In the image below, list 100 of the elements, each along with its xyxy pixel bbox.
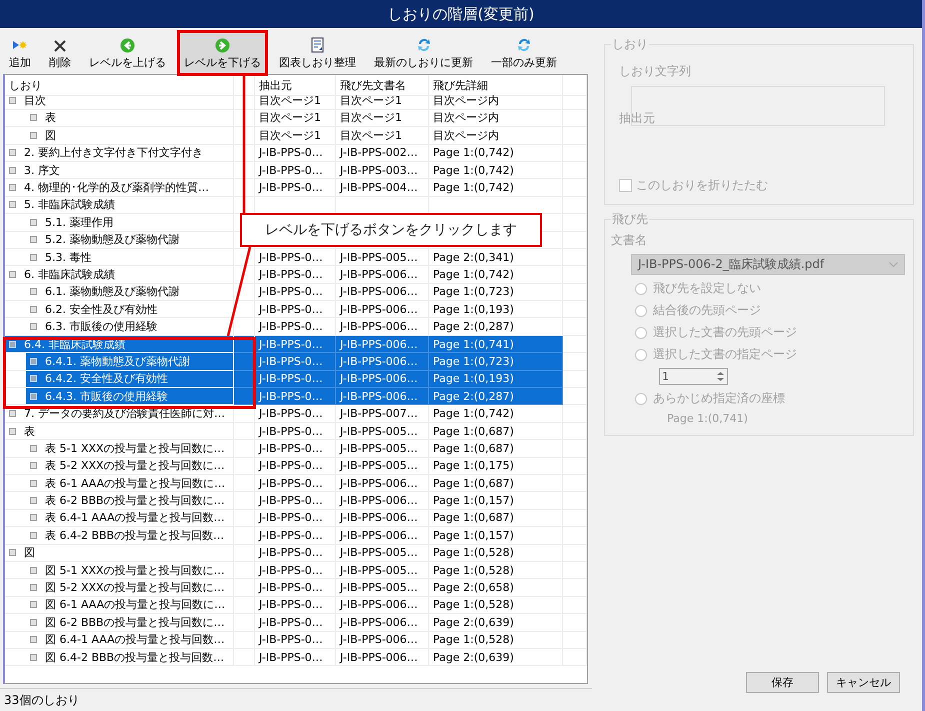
tree-item-label: 6.1. 薬物動態及び薬物代謝 bbox=[45, 284, 180, 300]
tree-item[interactable]: 3. 序文 bbox=[5, 162, 233, 178]
node-icon[interactable] bbox=[30, 306, 37, 313]
toolbar-button[interactable]: 一部のみ更新 bbox=[486, 32, 562, 74]
column-header[interactable]: 抽出元 bbox=[255, 75, 336, 96]
column-header[interactable]: 飛び先文書名 bbox=[336, 75, 429, 96]
toolbar-button[interactable]: レベルを下げる bbox=[179, 32, 266, 74]
node-icon[interactable] bbox=[30, 444, 37, 452]
node-icon[interactable] bbox=[30, 358, 37, 365]
empty-cell bbox=[563, 492, 587, 510]
table-cell: J-IB-PPS-0… bbox=[255, 562, 336, 580]
tree-item[interactable]: 6. 非臨床試験成績 bbox=[5, 266, 233, 283]
tree-item[interactable]: 表 6-1 AAAの投与量と投与回数に… bbox=[26, 474, 233, 492]
tree-item[interactable]: 6.4.3. 市販後の使用経験 bbox=[26, 388, 233, 404]
toolbar-button[interactable]: レベルを上げる bbox=[84, 32, 171, 74]
empty-cell bbox=[563, 214, 587, 232]
table-cell: J-IB-PPS-005… bbox=[336, 544, 429, 562]
tree-item[interactable]: 表 6.4-1 AAAの投与量と投与回数… bbox=[26, 510, 233, 526]
table-cell: J-IB-PPS-0… bbox=[255, 614, 336, 632]
empty-cell bbox=[563, 248, 587, 266]
node-icon[interactable] bbox=[9, 549, 16, 556]
tree-item[interactable]: 5. 非臨床試験成績 bbox=[5, 196, 233, 214]
node-icon[interactable] bbox=[30, 392, 37, 400]
tree-item[interactable]: 5.3. 毒性 bbox=[26, 248, 233, 266]
tree-item[interactable]: 図 6.4-1 AAAの投与量と投与回数… bbox=[26, 632, 233, 648]
tree-item[interactable]: 図 5-2 XXXの投与量と投与回数に… bbox=[26, 579, 233, 596]
node-icon[interactable] bbox=[30, 254, 37, 261]
tree-item[interactable]: 図 6-2 BBBの投与量と投与回数に… bbox=[26, 614, 233, 630]
node-icon[interactable] bbox=[30, 532, 37, 539]
tree-item[interactable]: 4. 物理的･化学的及び薬剤学的性質… bbox=[5, 179, 233, 196]
node-icon[interactable] bbox=[9, 410, 16, 418]
tree-item[interactable]: 6.1. 薬物動態及び薬物代謝 bbox=[26, 284, 233, 300]
tree-item-label: 図 5-1 XXXの投与量と投与回数に… bbox=[45, 562, 225, 578]
tree-item[interactable]: 図 bbox=[26, 127, 233, 144]
node-icon[interactable] bbox=[30, 288, 37, 296]
node-icon[interactable] bbox=[30, 375, 37, 382]
node-icon[interactable] bbox=[30, 218, 37, 226]
table-cell: J-IB-PPS-0… bbox=[255, 544, 336, 562]
node-icon[interactable] bbox=[9, 149, 16, 156]
node-icon[interactable] bbox=[30, 132, 37, 139]
node-icon[interactable] bbox=[9, 166, 16, 174]
tree-item[interactable]: 6.4.1. 薬物動態及び薬物代謝 bbox=[26, 353, 233, 370]
node-icon[interactable] bbox=[9, 270, 16, 278]
dialog-button[interactable]: キャンセル bbox=[827, 672, 900, 693]
group-title: しおり bbox=[611, 36, 649, 53]
tree-item[interactable]: 表 6-2 BBBの投与量と投与回数に… bbox=[26, 492, 233, 509]
node-icon[interactable] bbox=[9, 340, 16, 348]
document-icon bbox=[310, 37, 324, 53]
node-icon[interactable] bbox=[30, 601, 37, 608]
tree-item[interactable]: 5.2. 薬物動態及び薬物代謝 bbox=[26, 232, 233, 248]
node-icon[interactable] bbox=[30, 323, 37, 330]
tree-item[interactable]: 2. 要約上付き文字付き下付文字付き bbox=[5, 144, 233, 161]
node-icon[interactable] bbox=[30, 618, 37, 626]
toolbar-button[interactable]: 追加 bbox=[4, 32, 36, 74]
tree-item[interactable]: 図 6.4-2 BBBの投与量と投与回数… bbox=[26, 648, 233, 666]
table-cell: J-IB-PPS-005… bbox=[336, 248, 429, 266]
tree-item[interactable]: 5.1. 薬理作用 bbox=[26, 214, 233, 231]
tree-item[interactable]: 図 5-1 XXXの投与量と投与回数に… bbox=[26, 562, 233, 578]
node-icon[interactable] bbox=[30, 236, 37, 244]
column-header[interactable]: 飛び先詳細 bbox=[429, 75, 563, 96]
tree-item[interactable]: 目次 bbox=[5, 92, 233, 109]
table-cell: Page 1:(0,528) bbox=[429, 596, 563, 614]
node-icon[interactable] bbox=[30, 566, 37, 574]
toolbar-button[interactable]: 削除 bbox=[44, 32, 76, 74]
node-icon[interactable] bbox=[9, 97, 16, 104]
node-icon[interactable] bbox=[30, 514, 37, 522]
table-cell: J-IB-PPS-0… bbox=[255, 353, 336, 371]
status-text: 33個のしおり bbox=[0, 688, 592, 711]
tree-item[interactable]: 6.3. 市販後の使用経験 bbox=[26, 318, 233, 335]
tree-item[interactable]: 表 5-2 XXXの投与量と投与回数に… bbox=[26, 458, 233, 474]
tree-item[interactable]: 図 bbox=[5, 544, 233, 561]
toolbar-button[interactable]: 最新のしおりに更新 bbox=[369, 32, 478, 74]
tree-item[interactable]: 表 bbox=[5, 422, 233, 440]
node-icon[interactable] bbox=[30, 114, 37, 122]
radio-label: 選択した文書の指定ページ bbox=[653, 346, 797, 363]
node-icon[interactable] bbox=[9, 184, 16, 192]
tree-item[interactable]: 6.2. 安全性及び有効性 bbox=[26, 301, 233, 318]
spinner-arrows-icon bbox=[716, 371, 725, 382]
node-icon[interactable] bbox=[30, 636, 37, 644]
tree-item[interactable]: 図 6-1 AAAの投与量と投与回数に… bbox=[26, 596, 233, 614]
dialog-button[interactable]: 保存 bbox=[746, 672, 819, 693]
tree-item[interactable]: 表 5-1 XXXの投与量と投与回数に… bbox=[26, 440, 233, 457]
table-cell: J-IB-PPS-005… bbox=[336, 458, 429, 475]
table-cell: J-IB-PPS-006… bbox=[336, 596, 429, 614]
tree-item[interactable]: 表 bbox=[26, 110, 233, 126]
node-icon[interactable] bbox=[30, 480, 37, 487]
tree-item[interactable]: 6.4.2. 安全性及び有効性 bbox=[26, 370, 233, 388]
node-icon[interactable] bbox=[30, 462, 37, 470]
table-cell: Page 1:(0,687) bbox=[429, 440, 563, 458]
node-icon[interactable] bbox=[30, 497, 37, 504]
tree-item-label: 5.3. 毒性 bbox=[45, 250, 92, 265]
column-header[interactable]: しおり bbox=[5, 75, 234, 96]
tree-item[interactable]: 表 6.4-2 BBBの投与量と投与回数… bbox=[26, 527, 233, 544]
radio-label: 選択した文書の先頭ページ bbox=[653, 324, 797, 341]
node-icon[interactable] bbox=[9, 428, 16, 434]
toolbar-button[interactable]: 図表しおり整理 bbox=[274, 32, 361, 74]
node-icon[interactable] bbox=[9, 201, 16, 208]
node-icon[interactable] bbox=[30, 584, 37, 592]
table-cell: Page 1:(0,723) bbox=[429, 284, 563, 302]
node-icon[interactable] bbox=[30, 654, 37, 661]
